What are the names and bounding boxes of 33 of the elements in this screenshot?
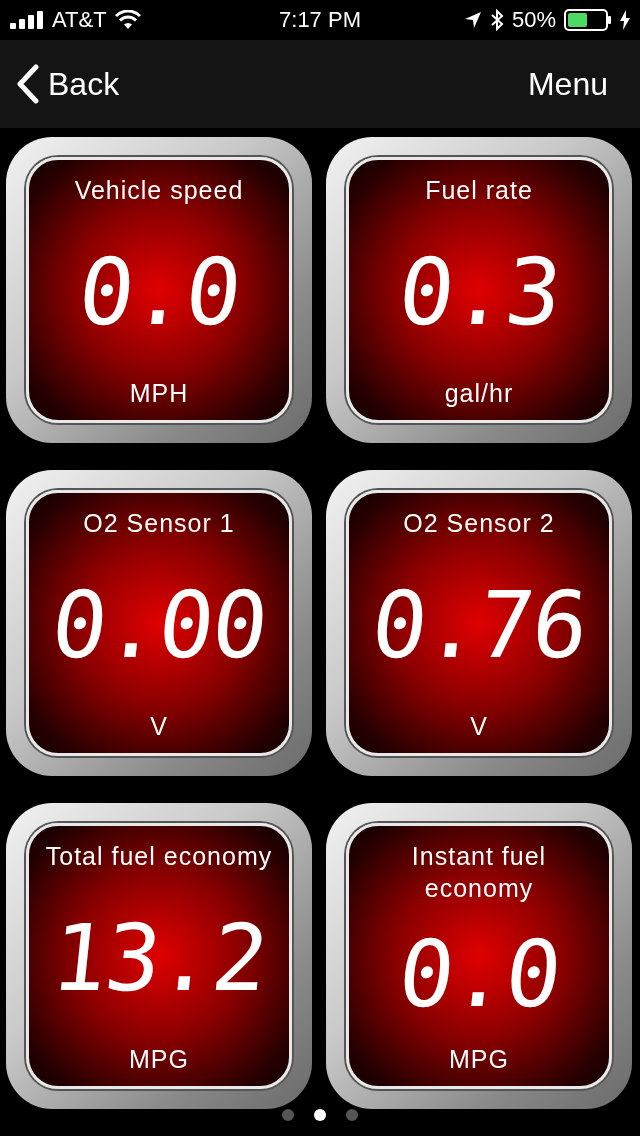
location-arrow-icon: [463, 11, 482, 29]
carrier-name: AT&T: [52, 7, 107, 33]
charging-bolt-icon: [620, 10, 630, 30]
battery-icon: [564, 9, 612, 31]
gauge-label: Total fuel economy: [45, 841, 273, 872]
gauge-unit: MPH: [129, 379, 189, 408]
page-dot[interactable]: [346, 1109, 358, 1121]
gauge-unit: V: [470, 712, 488, 741]
wifi-icon: [114, 10, 141, 30]
back-button[interactable]: Back: [16, 64, 120, 104]
page-dot[interactable]: [282, 1109, 294, 1121]
gauge-value: 0.0: [74, 246, 244, 339]
gauge-unit: V: [150, 712, 168, 741]
status-time: 7:17 PM: [279, 7, 361, 32]
bluetooth-icon: [489, 9, 504, 31]
gauge-value: 13.2: [47, 912, 271, 1005]
gauge-label: O2 Sensor 2: [403, 508, 555, 539]
gauge-unit: MPG: [449, 1045, 509, 1074]
battery-percent: 50%: [511, 7, 556, 33]
gauge-label: O2 Sensor 1: [83, 508, 235, 539]
menu-button[interactable]: Menu: [527, 65, 608, 103]
gauge-unit: gal/hr: [444, 379, 514, 408]
gauge-value: 0.0: [394, 928, 564, 1021]
gauge-label: Fuel rate: [425, 175, 533, 206]
chevron-left-icon: [16, 64, 40, 104]
gauge-value: 0.00: [47, 579, 271, 672]
page-dot[interactable]: [314, 1109, 326, 1121]
signal-icon: [10, 11, 44, 29]
gauge-unit: MPG: [129, 1045, 189, 1074]
gauge-label: Instant fuel economy: [410, 841, 548, 904]
gauge-value: 0.3: [394, 246, 564, 339]
gauge-label: Vehicle speed: [74, 175, 244, 206]
gauge-value: 0.76: [367, 579, 591, 672]
